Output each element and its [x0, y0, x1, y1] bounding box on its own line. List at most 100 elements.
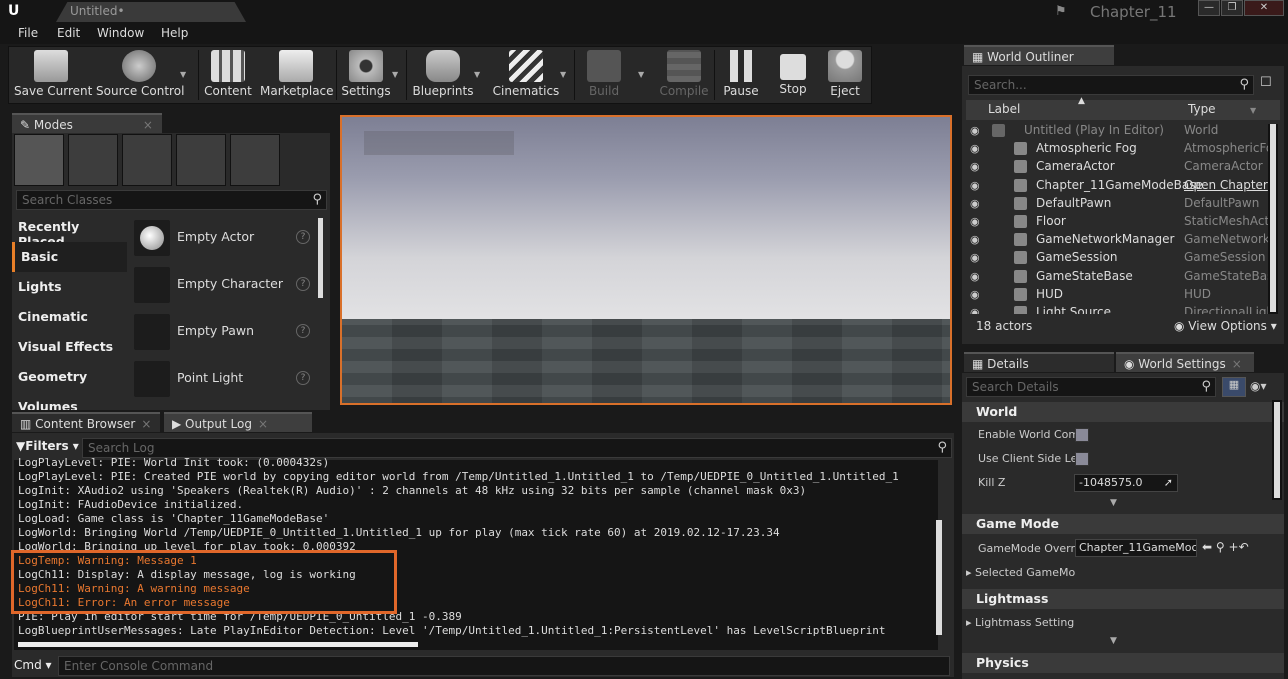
eye-icon[interactable]: ◉ — [970, 142, 980, 155]
eye-icon[interactable]: ◉ — [970, 251, 980, 264]
chevron-down-icon[interactable]: ▼ — [560, 70, 566, 79]
log-vertical-scrollbar[interactable] — [936, 520, 942, 635]
close-icon[interactable]: × — [258, 417, 268, 431]
view-options-button[interactable]: ◉ View Options ▾ — [1174, 319, 1277, 333]
outliner-row[interactable]: ◉ GameSession GameSession — [968, 249, 1268, 267]
outliner-row[interactable]: ◉ Atmospheric Fog AtmosphericFog — [968, 140, 1268, 158]
menu-help[interactable]: Help — [161, 26, 188, 40]
chevron-down-icon[interactable]: ▼ — [638, 70, 644, 79]
category-geometry[interactable]: Geometry — [12, 362, 127, 392]
tab-world-outliner[interactable]: ▦ World Outliner — [964, 45, 1114, 65]
add-folder-icon[interactable]: ☐ — [1260, 75, 1278, 95]
outliner-row[interactable]: ◉ Untitled (Play In Editor) World — [968, 122, 1268, 140]
search-details-input[interactable]: Search Details ⚲ — [966, 377, 1216, 397]
outliner-scrollbar[interactable] — [1268, 124, 1278, 314]
add-icon[interactable]: + — [1229, 540, 1239, 554]
column-type[interactable]: Type — [1188, 102, 1216, 116]
outliner-row[interactable]: ◉ GameStateBase GameStateBase — [968, 268, 1268, 286]
section-world[interactable]: World — [962, 402, 1284, 422]
column-label[interactable]: Label — [988, 102, 1020, 116]
modes-scrollbar[interactable] — [318, 218, 323, 298]
outliner-row[interactable]: ◉ Floor StaticMeshActor — [968, 213, 1268, 231]
minimize-icon[interactable]: — — [1198, 0, 1220, 16]
menu-edit[interactable]: Edit — [57, 26, 80, 40]
prop-selected-gamemode[interactable]: ▸ Selected GameMo — [966, 566, 1288, 579]
tab-details[interactable]: ▦ Details — [964, 352, 1114, 372]
maximize-icon[interactable]: ❐ — [1221, 0, 1243, 16]
console-command-input[interactable]: Enter Console Command — [58, 656, 950, 676]
arrow-left-icon[interactable]: ⬅ — [1202, 540, 1212, 554]
stop-button[interactable]: Stop — [770, 48, 816, 104]
chevron-down-icon[interactable]: ▼ — [1110, 498, 1117, 508]
tab-world-settings[interactable]: ◉ World Settings × — [1116, 352, 1254, 372]
use-client-side-checkbox[interactable] — [1075, 452, 1089, 466]
tab-modes[interactable]: ✎ Modes × — [12, 113, 162, 133]
category-recently-placed[interactable]: Recently Placed — [12, 212, 127, 249]
eye-icon[interactable]: ◉ — [970, 160, 980, 173]
help-icon[interactable]: ? — [296, 371, 310, 385]
eject-button[interactable]: Eject — [822, 48, 868, 104]
category-lights[interactable]: Lights — [12, 272, 127, 302]
close-icon[interactable]: × — [143, 118, 153, 132]
source-control-button[interactable]: Source Control — [96, 48, 184, 104]
help-icon[interactable]: ? — [296, 277, 310, 291]
gamemode-actions[interactable]: ⬅ ⚲ +↶ — [1202, 540, 1249, 554]
section-game-mode[interactable]: Game Mode — [962, 514, 1284, 534]
settings-button[interactable]: Settings — [340, 48, 392, 104]
search-log-input[interactable]: Search Log ⚲ — [82, 438, 952, 458]
place-item-empty-character[interactable]: Empty Character? — [130, 263, 322, 307]
outliner-row[interactable]: ◉ CameraActor CameraActor — [968, 158, 1268, 176]
kill-z-input[interactable]: -1048575.0 ➚ — [1074, 474, 1178, 492]
compile-button[interactable]: Compile — [656, 48, 712, 104]
eye-icon[interactable]: ◉ — [970, 124, 980, 137]
outliner-row[interactable]: ◉ GameNetworkManager GameNetworkManager — [968, 231, 1268, 249]
section-lightmass[interactable]: Lightmass — [962, 589, 1284, 609]
gamemode-override-select[interactable]: Chapter_11GameMoc ▾ — [1075, 539, 1197, 557]
close-icon[interactable]: ✕ — [1244, 0, 1284, 16]
blueprints-button[interactable]: Blueprints — [412, 48, 474, 104]
foliage-mode-icon[interactable] — [176, 134, 226, 186]
chevron-down-icon[interactable]: ▼ — [180, 70, 186, 79]
prop-lightmass-settings[interactable]: ▸ Lightmass Setting — [966, 616, 1288, 629]
place-mode-icon[interactable] — [14, 134, 64, 186]
tab-output-log[interactable]: ▶ Output Log × — [164, 412, 312, 432]
chevron-down-icon[interactable]: ▼ — [1250, 106, 1256, 115]
search-classes-input[interactable]: Search Classes ⚲ — [16, 190, 327, 210]
marketplace-button[interactable]: Marketplace — [260, 48, 334, 104]
category-cinematic[interactable]: Cinematic — [12, 302, 127, 332]
content-button[interactable]: Content — [202, 48, 254, 104]
close-icon[interactable]: × — [1232, 357, 1242, 371]
cinematics-button[interactable]: Cinematics — [492, 48, 560, 104]
eye-icon[interactable]: ◉▾ — [1250, 379, 1267, 393]
details-scrollbar[interactable] — [1272, 400, 1282, 500]
level-viewport[interactable] — [340, 115, 952, 405]
outliner-row[interactable]: ◉ DefaultPawn DefaultPawn — [968, 195, 1268, 213]
chevron-down-icon[interactable]: ▼ — [474, 70, 480, 79]
eye-icon[interactable]: ◉ — [970, 179, 980, 192]
search-icon[interactable]: ⚲ — [1216, 540, 1225, 554]
menu-file[interactable]: File — [18, 26, 38, 40]
menu-window[interactable]: Window — [97, 26, 144, 40]
outliner-row[interactable]: ◉ Chapter_11GameModeBase Open Chapter — [968, 177, 1268, 195]
eye-icon[interactable]: ◉ — [970, 233, 980, 246]
section-physics[interactable]: Physics — [962, 653, 1284, 673]
place-item-empty-pawn[interactable]: Empty Pawn? — [130, 310, 322, 354]
filters-button[interactable]: ▼Filters ▾ — [16, 439, 79, 453]
save-current-button[interactable]: Save Current — [14, 48, 92, 104]
build-button[interactable]: Build — [580, 48, 628, 104]
outliner-search-input[interactable]: Search... ⚲ — [968, 75, 1254, 95]
category-volumes[interactable]: Volumes — [12, 392, 127, 410]
enable-world-comp-checkbox[interactable] — [1075, 428, 1089, 442]
reset-arrow-icon[interactable]: ↶ — [1239, 540, 1249, 554]
paint-mode-icon[interactable] — [68, 134, 118, 186]
help-icon[interactable]: ? — [296, 230, 310, 244]
outliner-row[interactable]: ◉ Light Source DirectionalLight — [968, 304, 1268, 314]
close-icon[interactable]: × — [141, 417, 151, 431]
category-visual-effects[interactable]: Visual Effects — [12, 332, 127, 362]
eye-icon[interactable]: ◉ — [970, 197, 980, 210]
eye-icon[interactable]: ◉ — [970, 215, 980, 228]
chevron-down-icon[interactable]: ▼ — [392, 70, 398, 79]
geometry-mode-icon[interactable] — [230, 134, 280, 186]
eye-icon[interactable]: ◉ — [970, 306, 980, 314]
eye-icon[interactable]: ◉ — [970, 270, 980, 283]
